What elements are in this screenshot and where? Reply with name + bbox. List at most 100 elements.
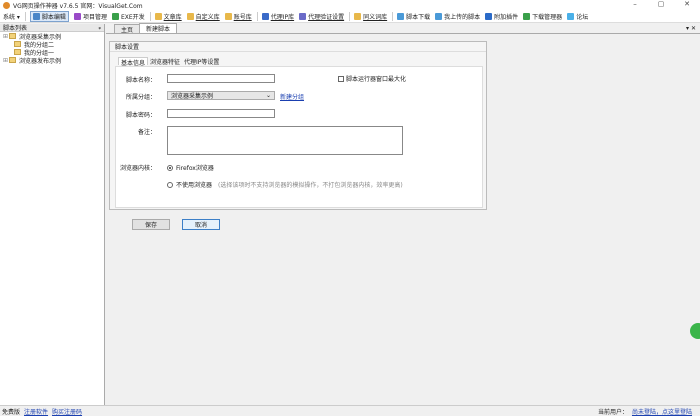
main-area: 主页 新建脚本 ▾ ✕ 脚本设置 基本信息 浏览器特征 代理IP等设置 脚本名称… xyxy=(106,23,700,405)
tab-label: 新建脚本 xyxy=(146,26,171,33)
radio-hint: (选择该项时不支持浏览器的模拟操作，不打包浏览器内核，效率更高) xyxy=(218,182,403,189)
script-name-label: 脚本名称： xyxy=(125,77,156,84)
toolbar-button[interactable]: 账号库 xyxy=(224,12,252,21)
kernel-label: 浏览器内核： xyxy=(119,165,156,172)
script-name-input[interactable] xyxy=(167,74,275,83)
new-group-link[interactable]: 新建分组 xyxy=(280,92,304,101)
toolbar-icon xyxy=(186,12,194,20)
toolbar-button-label: 我上传的脚本 xyxy=(444,13,481,21)
toolbar-button[interactable]: 脚本下载 xyxy=(397,12,430,21)
toolbar-separator xyxy=(392,11,394,21)
toolbar-button-label: 账号库 xyxy=(233,13,252,21)
toolbar-button[interactable]: 附加插件 xyxy=(485,12,518,21)
toolbar-separator xyxy=(349,11,351,21)
current-user-label: 当前用户： xyxy=(597,408,628,416)
basic-info-form: 脚本名称： 脚本运行器窗口最大化 所属分组： 浏览器采集示例 ⌄ 新建分组 脚本密… xyxy=(115,66,483,208)
toolbar-button[interactable]: 我上传的脚本 xyxy=(435,12,480,21)
subtab-browser-features[interactable]: 浏览器特征 xyxy=(148,57,182,66)
group-label: 所属分组： xyxy=(125,94,156,101)
toolbar-button-label: 脚本下载 xyxy=(406,13,431,21)
edition-label: 免费版 xyxy=(2,408,21,416)
toolbar-button[interactable]: 系统 ▾ xyxy=(3,12,20,21)
toolbar-button[interactable]: 脚本编辑 xyxy=(29,10,69,22)
tree-item[interactable]: ⊞ 浏览器发布示例 xyxy=(0,56,104,65)
toolbar-separator xyxy=(149,11,151,21)
toolbar-separator xyxy=(256,11,258,21)
toolbar-button-label: 系统 ▾ xyxy=(3,13,20,21)
subtab-proxy-settings[interactable]: 代理IP等设置 xyxy=(182,57,221,66)
note-textarea[interactable] xyxy=(167,126,403,155)
toolbar-button-label: 代理验证设置 xyxy=(308,13,345,21)
toolbar-button[interactable]: 代理IP库 xyxy=(261,12,295,21)
cancel-button[interactable]: 取消 xyxy=(182,219,220,230)
toolbar-button[interactable]: EXE开发 xyxy=(111,12,145,21)
script-list-sidebar: 脚本列表 ᵩ ⊞ 浏览器采集示例 我的分组二 我的分组一 ⊞ 浏览器发布示例 xyxy=(0,24,105,405)
title-bar: VG网页操作神器 v7.6.5 官网：VisualGet.Com – ▢ ✕ xyxy=(0,0,700,10)
group-selected-value: 浏览器采集示例 xyxy=(171,93,214,100)
toolbar-icon xyxy=(354,12,362,20)
chevron-down-icon: ⌄ xyxy=(265,92,271,99)
toolbar-button[interactable]: 项目管理 xyxy=(73,12,107,21)
toolbar-button-label: 同义词库 xyxy=(363,13,388,21)
toolbar-button[interactable]: 同义词库 xyxy=(354,12,387,21)
tab-home[interactable]: 主页 xyxy=(114,24,141,34)
subtab-bar: 基本信息 浏览器特征 代理IP等设置 xyxy=(110,56,486,67)
password-input[interactable] xyxy=(167,109,275,118)
login-link[interactable]: 尚未登陆，点这里登陆 xyxy=(632,407,692,416)
note-label: 备注： xyxy=(137,129,156,136)
maximize-runner-checkbox[interactable]: 脚本运行器窗口最大化 xyxy=(338,74,406,83)
close-button[interactable]: ✕ xyxy=(674,0,700,8)
app-logo-icon xyxy=(3,1,10,9)
floating-assistant-icon[interactable] xyxy=(690,323,700,339)
save-button[interactable]: 保存 xyxy=(132,219,170,230)
toolbar-button[interactable]: 自定义库 xyxy=(186,12,220,21)
panel-title: 脚本设置 xyxy=(110,42,486,52)
checkbox-icon xyxy=(338,75,344,82)
toolbar-button[interactable]: 文章库 xyxy=(154,12,182,21)
folder-icon xyxy=(14,41,21,47)
group-select[interactable]: 浏览器采集示例 ⌄ xyxy=(167,91,275,100)
toolbar: 系统 ▾ 脚本编辑 项目管理 EXE开发 文章库 自定义库 账号库 代理IP库 代理验证设置 同义… xyxy=(0,10,700,23)
toolbar-icon xyxy=(397,12,405,20)
pin-icon[interactable]: ᵩ xyxy=(99,24,102,31)
toolbar-icon xyxy=(485,12,493,20)
register-link[interactable]: 注册软件 xyxy=(24,407,48,416)
radio-no-browser[interactable]: 不使用浏览器 (选择该项时不支持浏览器的模拟操作，不打包浏览器内核，效率更高) xyxy=(167,180,403,189)
buy-code-link[interactable]: 购买注册码 xyxy=(52,407,82,416)
radio-label: Firefox浏览器 xyxy=(176,165,214,172)
tab-controls[interactable]: ▾ ✕ xyxy=(686,25,696,32)
maximize-button[interactable]: ▢ xyxy=(648,0,674,8)
status-bar: 免费版 注册软件 购买注册码 当前用户： 尚未登陆，点这里登陆 xyxy=(0,405,700,416)
script-settings-panel: 脚本设置 基本信息 浏览器特征 代理IP等设置 脚本名称： 脚本运行器窗口最大化… xyxy=(109,41,487,210)
toolbar-button[interactable]: 下载管理器 xyxy=(523,12,562,21)
folder-icon xyxy=(14,49,21,55)
folder-icon xyxy=(9,33,16,39)
radio-selected-icon xyxy=(167,164,173,171)
toolbar-button-label: 脚本编辑 xyxy=(41,13,66,21)
folder-icon xyxy=(9,57,16,63)
toolbar-button-label: EXE开发 xyxy=(120,13,145,21)
tab-new-script[interactable]: 新建脚本 xyxy=(139,23,178,33)
toolbar-icon xyxy=(224,12,232,20)
radio-label: 不使用浏览器 xyxy=(176,182,213,189)
radio-firefox[interactable]: Firefox浏览器 xyxy=(167,163,214,172)
checkbox-label: 脚本运行器窗口最大化 xyxy=(346,76,407,83)
minimize-button[interactable]: – xyxy=(622,0,648,8)
toolbar-icon xyxy=(32,12,40,20)
toolbar-button-label: 下载管理器 xyxy=(532,13,563,21)
toolbar-button-label: 代理IP库 xyxy=(270,13,295,21)
toolbar-button[interactable]: 代理验证设置 xyxy=(299,12,344,21)
toolbar-icon xyxy=(111,12,119,20)
toolbar-button-label: 文章库 xyxy=(163,13,182,21)
radio-icon xyxy=(167,181,173,188)
toolbar-button[interactable]: 论坛 xyxy=(567,12,588,21)
subtab-basic-info[interactable]: 基本信息 xyxy=(118,57,149,67)
toolbar-icon xyxy=(154,12,162,20)
toolbar-separator xyxy=(24,11,26,21)
toolbar-button-label: 附加插件 xyxy=(494,13,519,21)
toolbar-icon xyxy=(435,12,443,20)
tab-label: 主页 xyxy=(121,26,134,34)
toolbar-icon xyxy=(261,12,269,20)
tab-bar: 主页 新建脚本 ▾ ✕ xyxy=(106,23,700,34)
toolbar-button-label: 论坛 xyxy=(576,13,589,21)
